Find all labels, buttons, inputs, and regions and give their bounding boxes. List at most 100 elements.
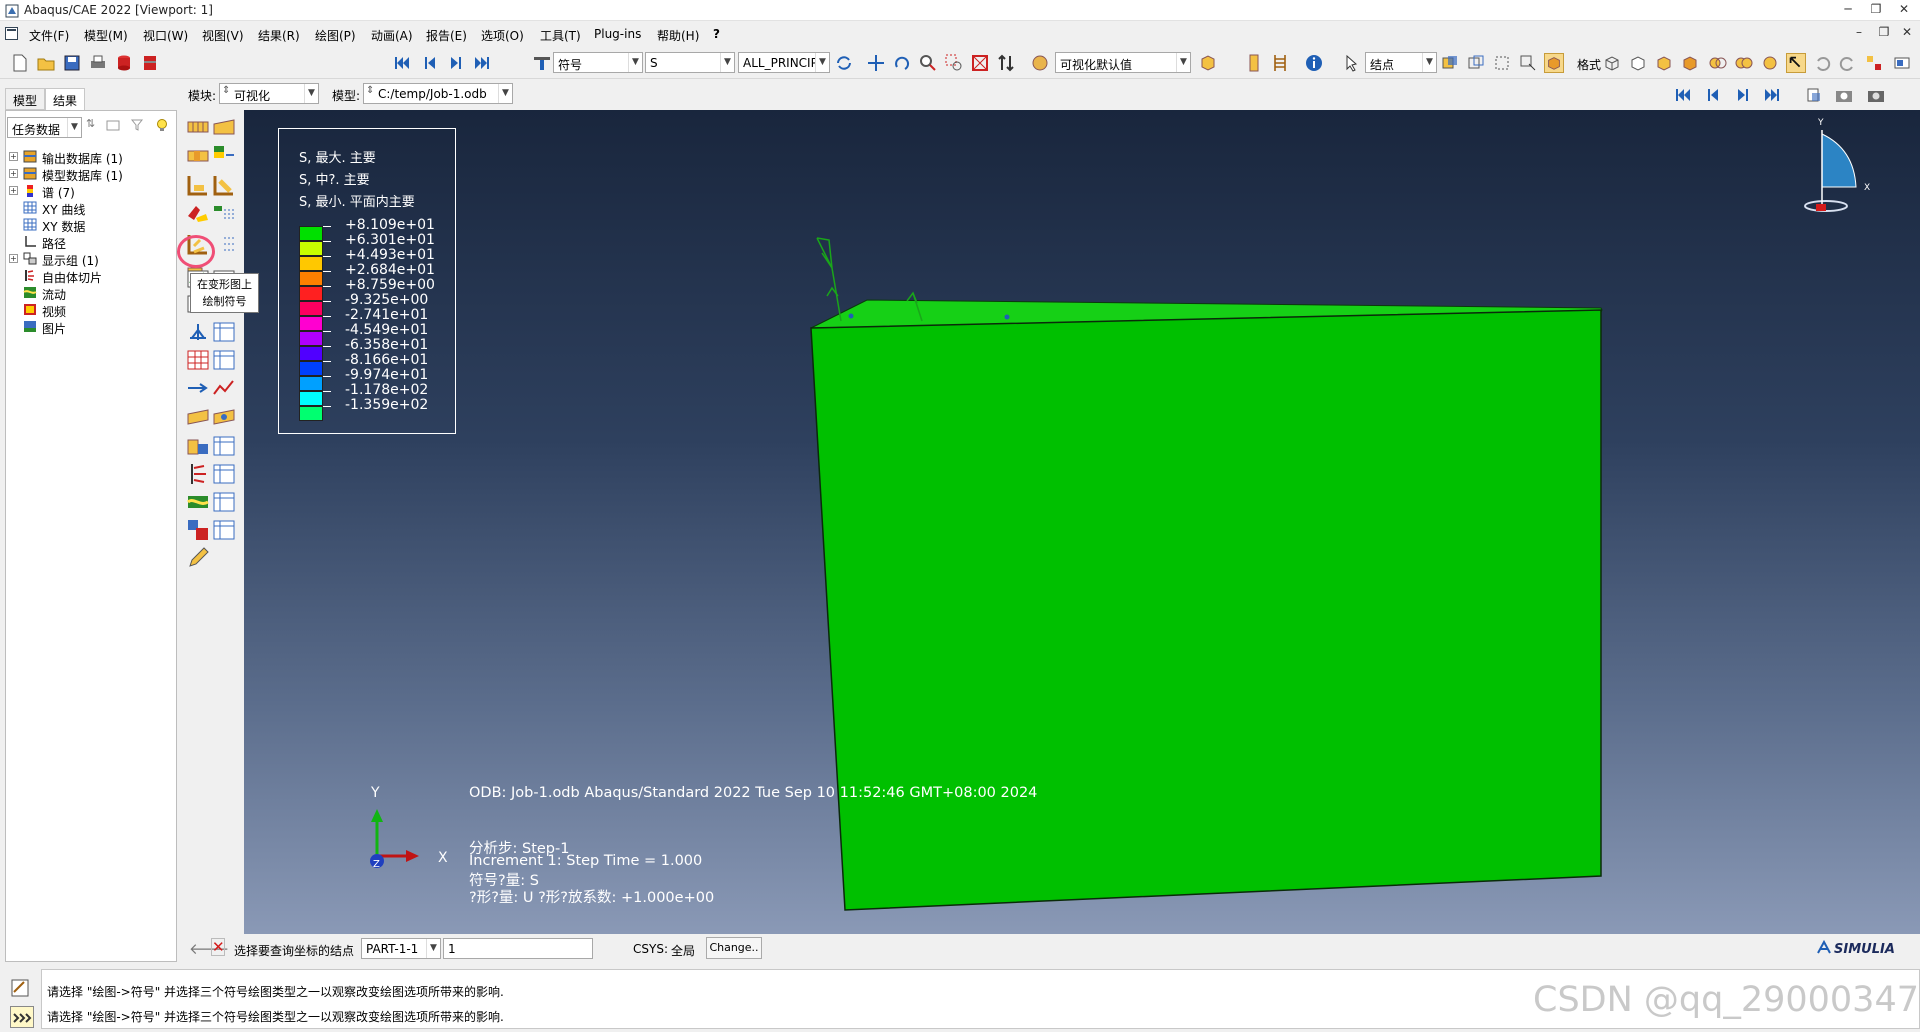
cycle-views-icon[interactable] (996, 53, 1016, 73)
view-manipulation-triad[interactable]: Y X (1804, 118, 1870, 212)
menu-viewport[interactable]: 视口(W) (143, 27, 188, 44)
query-arrow-icon[interactable] (1786, 53, 1806, 73)
display-group-manager-icon[interactable] (212, 434, 236, 458)
superimpose-icon[interactable] (212, 173, 236, 197)
hidden-line-box-icon[interactable] (1628, 53, 1648, 73)
contour-settings-icon[interactable] (212, 202, 236, 226)
deformed-shape-icon[interactable] (212, 116, 236, 140)
info-icon[interactable] (1304, 53, 1324, 73)
path-create-icon[interactable] (186, 376, 210, 400)
sort-arrows-icon[interactable]: ⇅ (86, 117, 95, 130)
overlay-plot-icon[interactable] (186, 518, 210, 542)
undeformed-shape-icon[interactable] (186, 116, 210, 140)
mdi-close-button[interactable]: ✕ (1893, 25, 1920, 41)
model-select[interactable]: C:/temp/Job-1.odb ⇕ ▼ (363, 83, 513, 104)
expand-tree-icon[interactable] (106, 118, 120, 132)
view-cut-manager-icon[interactable] (212, 490, 236, 514)
previous-frame-icon[interactable] (420, 53, 440, 73)
viewport-options-icon[interactable] (1892, 53, 1912, 73)
wireframe-box-icon[interactable] (1602, 53, 1622, 73)
frame-select-icon[interactable] (1804, 85, 1824, 105)
save-icon[interactable] (62, 53, 82, 73)
menu-help[interactable]: 帮助(H) (657, 27, 699, 44)
minimize-button[interactable]: ─ (1834, 2, 1862, 18)
expand-icon[interactable]: + (9, 186, 18, 195)
next-frame-icon[interactable] (446, 53, 466, 73)
expand-icon[interactable]: + (9, 152, 18, 161)
xy-plot-icon[interactable] (186, 320, 210, 344)
query-pencil-icon[interactable] (186, 546, 210, 570)
plot-contours-icon[interactable] (186, 202, 210, 226)
select-through-icon[interactable] (1466, 53, 1486, 73)
camera-settings-icon[interactable] (1866, 85, 1886, 105)
change-csys-button[interactable]: Change.. (706, 937, 762, 959)
close-button[interactable]: ✕ (1890, 2, 1918, 18)
field-variable-select[interactable]: S ▼ (645, 52, 735, 73)
free-body-manager-icon[interactable] (212, 462, 236, 486)
tab-model[interactable]: 模型 (5, 88, 46, 110)
database-red-icon[interactable] (114, 53, 134, 73)
ladder-icon[interactable] (1270, 53, 1290, 73)
camera-icon[interactable] (1834, 85, 1854, 105)
sphere-icon[interactable] (1760, 53, 1780, 73)
context-help-icon[interactable]: ? (713, 27, 720, 41)
common-plot-icon[interactable] (186, 173, 210, 197)
expand-icon[interactable]: + (9, 169, 18, 178)
label-button[interactable]: 格式 (1577, 56, 1601, 73)
xy-data-manager-icon[interactable] (212, 348, 236, 372)
ruler-icon[interactable] (1244, 53, 1264, 73)
first-frame-icon[interactable] (392, 53, 412, 73)
refresh-icon[interactable] (834, 53, 854, 73)
primary-variable-type-select[interactable]: 符号 ▼ (553, 52, 643, 73)
auto-fit-icon[interactable] (970, 53, 990, 73)
menu-model[interactable]: 模型(M) (84, 27, 128, 44)
last-frame-icon[interactable] (1762, 85, 1782, 105)
selection-type-select[interactable]: 结点 ▼ (1365, 52, 1437, 73)
pan-icon[interactable] (866, 53, 886, 73)
part-front-face[interactable] (810, 309, 1602, 911)
undo-icon[interactable] (1812, 53, 1832, 73)
symbol-options-icon[interactable] (212, 232, 236, 256)
drag-shape-icon[interactable] (1492, 53, 1512, 73)
first-frame-icon[interactable] (1673, 85, 1693, 105)
previous-frame-icon[interactable] (1703, 85, 1723, 105)
next-frame-icon[interactable] (1733, 85, 1753, 105)
tree-item-image[interactable]: 图片 (6, 317, 176, 337)
model-view[interactable]: Y X Z Y X (244, 110, 1920, 934)
filter-tree-icon[interactable] (130, 118, 144, 132)
stream-icon[interactable] (186, 406, 210, 430)
xy-data-icon[interactable] (186, 348, 210, 372)
field-output-icon[interactable] (532, 53, 552, 73)
lightbulb-icon[interactable] (154, 117, 170, 133)
filled-box-icon[interactable] (1680, 53, 1700, 73)
database-stack-icon[interactable] (140, 53, 160, 73)
box-zoom-icon[interactable] (944, 53, 964, 73)
menu-tools[interactable]: 工具(T) (540, 27, 581, 44)
module-select[interactable]: 可视化 ⇕ ▼ (219, 83, 319, 104)
viewport-canvas[interactable]: S, 最大. 主要 S, 中?. 主要 S, 最小. 平面内主要 +8.109e… (244, 110, 1920, 934)
node-label-input[interactable]: 1 (443, 938, 593, 959)
redo-icon[interactable] (1838, 53, 1858, 73)
contour-icon[interactable] (186, 144, 210, 168)
menu-report[interactable]: 报告(E) (426, 27, 467, 44)
menu-result[interactable]: 结果(R) (258, 27, 300, 44)
free-body-cut-icon[interactable] (186, 462, 210, 486)
view-cut-icon[interactable] (186, 490, 210, 514)
double-circles-icon[interactable] (1734, 53, 1754, 73)
display-part-icon[interactable] (1544, 53, 1564, 73)
select-cursor-icon[interactable] (1342, 53, 1362, 73)
render-style-select[interactable]: 可视化默认值 ▼ (1055, 52, 1191, 73)
path-plot-icon[interactable] (212, 376, 236, 400)
tree-filter-select[interactable]: 任务数据 ▼ (7, 117, 82, 138)
tab-results[interactable]: 结果 (45, 88, 86, 110)
zoom-icon[interactable] (918, 53, 938, 73)
menu-plot[interactable]: 绘图(P) (315, 27, 356, 44)
print-icon[interactable] (88, 53, 108, 73)
menu-view[interactable]: 视图(V) (202, 27, 244, 44)
system-menu-icon[interactable] (5, 27, 18, 40)
overlay-manager-icon[interactable] (212, 518, 236, 542)
render-style-icon[interactable] (1030, 53, 1050, 73)
expand-icon[interactable]: + (9, 254, 18, 263)
menu-animate[interactable]: 动画(A) (371, 27, 413, 44)
stream-manager-icon[interactable] (212, 406, 236, 430)
